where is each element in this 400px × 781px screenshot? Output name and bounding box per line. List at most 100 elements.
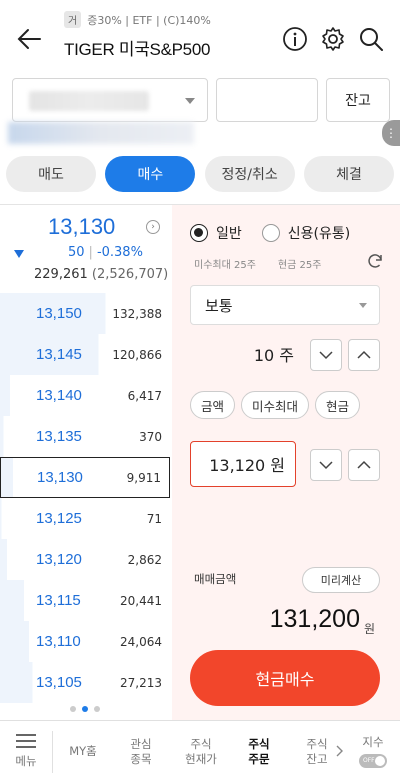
back-arrow-icon[interactable]: [14, 24, 44, 54]
page-dot-active: [82, 706, 88, 712]
orderbook-price[interactable]: 13,130: [1, 458, 100, 497]
search-icon[interactable]: [358, 26, 384, 52]
down-triangle-icon: [14, 250, 24, 258]
toggle-state: OFF: [363, 756, 375, 764]
orderbook-row[interactable]: 13,145 120,866: [0, 334, 170, 375]
orderbook-row[interactable]: 13,110 24,064: [0, 621, 170, 662]
account-select[interactable]: [12, 78, 208, 122]
order-tabs: 매도 매수 정정/취소 체결: [6, 156, 394, 194]
orderbook-row[interactable]: 13,130 9,911: [0, 457, 170, 498]
orderbook-row[interactable]: 13,140 6,417: [0, 375, 170, 416]
quantity-decrease-button[interactable]: [310, 339, 342, 371]
gear-icon[interactable]: [320, 26, 346, 52]
trade-amount: (2,526,707): [91, 267, 169, 282]
orderbook-qty: 71: [146, 511, 162, 526]
order-kind-radios: 일반 신용(유통): [190, 223, 350, 243]
volume-value: 229,261: [34, 267, 88, 282]
orderbook-row[interactable]: 13,125 71: [0, 498, 170, 539]
orderbook-qty: 24,064: [120, 634, 162, 649]
total-value: 131,200: [269, 605, 360, 633]
page-dot: [94, 706, 100, 712]
tab-modify-cancel[interactable]: 정정/취소: [204, 156, 295, 192]
account-name-masked: [8, 122, 194, 144]
nav-my-home[interactable]: MY홈: [58, 721, 108, 781]
orderbook-price[interactable]: 13,110: [0, 621, 100, 662]
quantity-value[interactable]: 10 주: [232, 342, 294, 366]
orderbook-price[interactable]: 13,115: [0, 580, 100, 621]
account-number-masked: [29, 91, 149, 111]
nav-current-price[interactable]: 주식 현재가: [174, 721, 228, 781]
quantity-increase-button[interactable]: [348, 339, 380, 371]
orderbook-qty: 9,911: [126, 470, 161, 485]
available-hints: 미수최대 25주 현금 25주: [194, 256, 321, 271]
order-type-select[interactable]: 보통: [190, 285, 380, 325]
orderbook-qty: 20,441: [120, 593, 162, 608]
tab-sell[interactable]: 매도: [6, 156, 96, 192]
balance-button[interactable]: 잔고: [326, 78, 390, 122]
total-unit: 원: [364, 622, 376, 636]
cash-pill[interactable]: 현금: [315, 391, 361, 419]
hint-max: 미수최대 25주: [194, 260, 256, 271]
orderbook-price[interactable]: 13,120: [0, 539, 100, 580]
chevron-right-icon[interactable]: [336, 745, 344, 757]
nav-watchlist[interactable]: 관심 종목: [114, 721, 168, 781]
change-value: 50: [68, 245, 85, 260]
orderbook-qty: 370: [139, 429, 162, 444]
nav-index-label: 지수: [362, 735, 384, 750]
orderbook-price[interactable]: 13,105: [0, 662, 100, 703]
radio-normal[interactable]: [190, 224, 208, 242]
orderbook-row[interactable]: 13,150 132,388: [0, 293, 170, 334]
order-type-value: 보통: [205, 296, 233, 315]
tab-buy[interactable]: 매수: [105, 156, 196, 192]
nav-my-home-label: MY홈: [69, 744, 97, 759]
more-icon[interactable]: ⋮: [382, 120, 400, 146]
chevron-down-icon: [319, 461, 333, 470]
orderbook-row[interactable]: 13,135 370: [0, 416, 170, 457]
index-toggle-switch[interactable]: OFF: [359, 753, 387, 768]
orderbook-row[interactable]: 13,115 20,441: [0, 580, 170, 621]
max-credit-pill[interactable]: 미수최대: [241, 391, 310, 419]
orderbook-qty: 6,417: [127, 388, 162, 403]
orderbook-row[interactable]: 13,105 27,213: [0, 662, 170, 703]
refresh-icon[interactable]: [366, 252, 384, 270]
nav-order[interactable]: 주식 주문: [232, 721, 286, 781]
price-input[interactable]: 13,120 원: [190, 441, 296, 487]
quote-block: 13,130 › 50 | -0.38% 229,261 (2,526,707): [0, 205, 170, 293]
password-field[interactable]: [216, 78, 318, 122]
orderbook-qty: 120,866: [112, 347, 162, 362]
nav-menu[interactable]: 메뉴: [0, 721, 52, 781]
price-decrease-button[interactable]: [310, 449, 342, 481]
volume: 229,261 (2,526,707): [34, 267, 168, 282]
tags-text: 증30% | ETF | (C)140%: [87, 13, 211, 27]
nav-divider: [52, 731, 53, 773]
account-row: 잔고: [0, 78, 400, 126]
orderbook-price[interactable]: 13,150: [0, 293, 100, 334]
price-increase-button[interactable]: [348, 449, 380, 481]
cash-buy-button[interactable]: 현금매수: [190, 650, 380, 706]
precalc-button[interactable]: 미리계산: [302, 567, 380, 593]
nav-index-toggle[interactable]: 지수 OFF: [350, 721, 396, 781]
chevron-down-icon: [319, 351, 333, 360]
tab-executions[interactable]: 체결: [303, 156, 394, 192]
info-icon[interactable]: [282, 26, 308, 52]
total-label: 매매금액: [194, 572, 237, 586]
current-price: 13,130: [48, 214, 116, 239]
radio-credit-label: 신용(유통): [287, 226, 351, 242]
nav-menu-label: 메뉴: [15, 754, 37, 769]
bottom-nav: 메뉴 MY홈 관심 종목 주식 현재가 주식 주문 주식 잔고 지수 OFF: [0, 720, 400, 781]
chevron-up-icon: [357, 460, 371, 469]
nav-balance-label: 주식 잔고: [306, 736, 328, 766]
orderbook-price[interactable]: 13,135: [0, 416, 100, 457]
buy-order-panel: 일반 신용(유통) 미수최대 25주 현금 25주 보통 10 주 금액 미수최…: [172, 205, 400, 720]
nav-current-price-label: 주식 현재가: [185, 736, 217, 766]
stock-tags: 거 증30% | ETF | (C)140%: [64, 11, 211, 28]
quote-detail-icon[interactable]: ›: [146, 220, 160, 234]
orderbook-row[interactable]: 13,120 2,862: [0, 539, 170, 580]
amount-pill[interactable]: 금액: [190, 391, 236, 419]
radio-credit[interactable]: [261, 224, 280, 242]
orderbook-price[interactable]: 13,145: [0, 334, 100, 375]
orderbook-price[interactable]: 13,140: [0, 375, 100, 416]
stock-title[interactable]: TIGER 미국S&P500: [64, 35, 210, 60]
market-badge: 거: [64, 11, 82, 28]
orderbook-price[interactable]: 13,125: [0, 498, 100, 539]
